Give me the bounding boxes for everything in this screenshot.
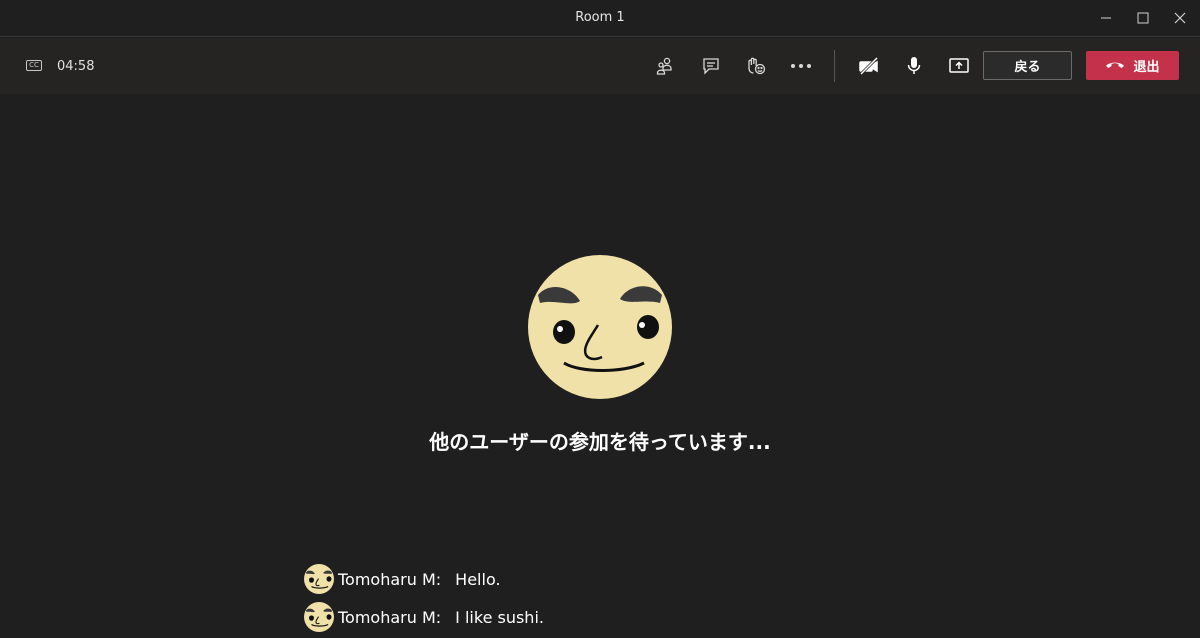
minimize-icon[interactable] [1095,9,1117,27]
close-icon[interactable] [1169,9,1191,27]
meeting-toolbar: CC 04:58 戻る 退出 [0,38,1200,94]
sender-avatar [304,564,334,594]
hang-up-icon [1105,58,1125,73]
more-options-icon[interactable] [789,54,813,78]
closed-captions-icon[interactable]: CC [26,60,42,71]
back-button[interactable]: 戻る [983,51,1072,80]
chat-sender-name: Tomoharu M: [338,569,442,589]
sender-avatar [304,602,334,632]
waiting-message: 他のユーザーの参加を待っています... [429,430,771,454]
title-bar: Room 1 [0,0,1200,37]
chat-icon[interactable] [699,54,723,78]
reactions-icon[interactable] [744,54,768,78]
camera-off-icon[interactable] [857,54,881,78]
microphone-icon[interactable] [902,54,926,78]
cartoon-face-avatar [528,255,672,399]
toolbar-divider [834,50,835,82]
maximize-icon[interactable] [1132,9,1154,27]
chat-message: Tomoharu M: I like sushi. [304,602,544,632]
share-screen-icon[interactable] [947,54,971,78]
leave-button[interactable]: 退出 [1086,51,1179,80]
chat-message-text: I like sushi. [455,607,544,627]
leave-button-label: 退出 [1133,60,1160,75]
chat-message: Tomoharu M: Hello. [304,564,501,594]
participants-icon[interactable] [653,54,677,78]
chat-sender-name: Tomoharu M: [338,607,442,627]
chat-message-text: Hello. [455,569,501,589]
window-title: Room 1 [575,10,625,25]
call-timer: 04:58 [57,59,95,74]
